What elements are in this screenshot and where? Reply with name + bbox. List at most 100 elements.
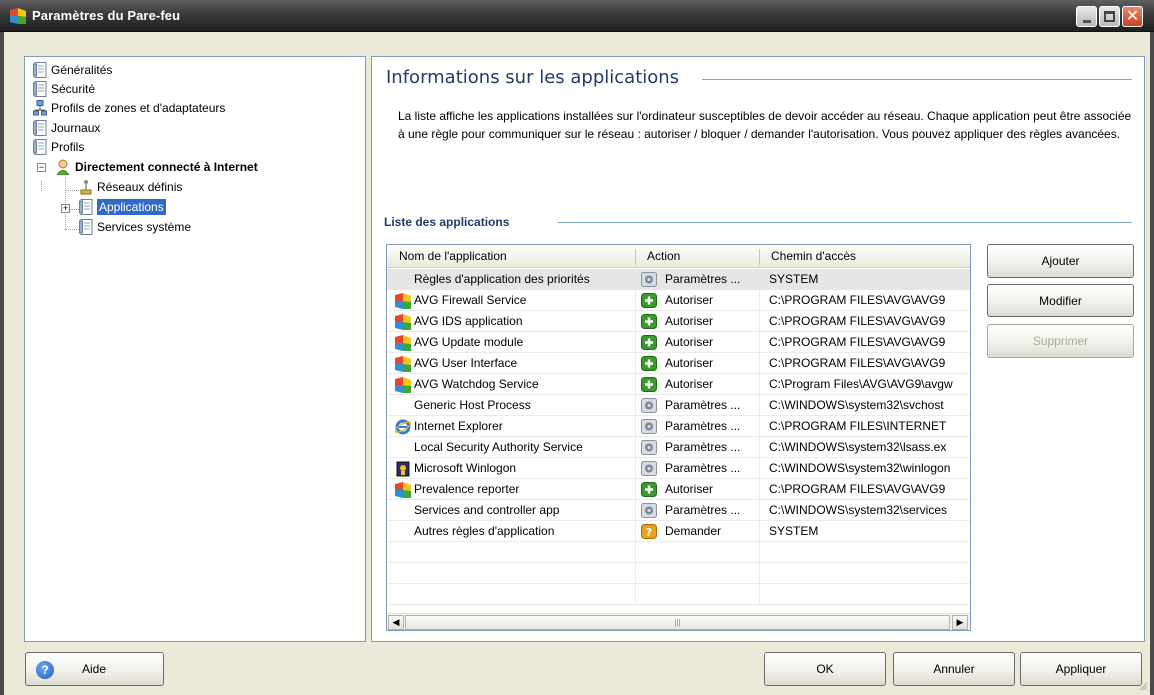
gear-icon bbox=[641, 461, 657, 476]
cell-path: C:\PROGRAM FILES\AVG\AVG9 bbox=[769, 482, 946, 496]
tree-item-label: Profils bbox=[51, 140, 85, 154]
tree-expander-directement[interactable]: − bbox=[37, 163, 46, 172]
minimize-button[interactable] bbox=[1076, 6, 1097, 27]
tree-item-reseaux-definis[interactable]: Réseaux définis bbox=[79, 178, 182, 196]
table-row[interactable]: Internet Explorer Paramètres ... C:\PROGRA… bbox=[387, 416, 970, 437]
row-gridline bbox=[387, 562, 970, 563]
table-row[interactable]: AVG Watchdog Service Autoriser C:\Program … bbox=[387, 374, 970, 395]
cell-action[interactable]: Autoriser bbox=[665, 311, 757, 332]
user-icon bbox=[56, 159, 70, 175]
allow-icon bbox=[641, 335, 657, 350]
delete-button[interactable]: Supprimer bbox=[987, 324, 1134, 358]
cell-app-name: AVG IDS application bbox=[414, 314, 523, 328]
scroll-thumb[interactable]: ||| bbox=[405, 615, 950, 630]
cell-action[interactable]: Autoriser bbox=[665, 332, 757, 353]
cell-action[interactable]: Paramètres ... bbox=[665, 500, 757, 521]
cell-action[interactable]: Paramètres ... bbox=[665, 269, 757, 290]
cell-action[interactable]: Autoriser bbox=[665, 374, 757, 395]
table-row[interactable]: Règles d'application des priorités Paramè… bbox=[387, 269, 970, 290]
gear-icon bbox=[641, 272, 657, 287]
cell-path: C:\PROGRAM FILES\AVG\AVG9 bbox=[769, 293, 946, 307]
avg-logo-icon bbox=[395, 314, 411, 330]
table-row[interactable]: AVG Update module Autoriser C:\PROGRAM FIL… bbox=[387, 332, 970, 353]
column-header-action[interactable]: Action bbox=[635, 245, 759, 268]
allow-icon bbox=[641, 293, 657, 308]
scroll-right-button[interactable]: ▶ bbox=[952, 615, 968, 630]
cell-action[interactable]: Demander bbox=[665, 521, 757, 542]
edit-button[interactable]: Modifier bbox=[987, 284, 1134, 317]
network-icon bbox=[33, 100, 47, 116]
applications-list[interactable]: Nom de l'application Action Chemin d'acc… bbox=[386, 244, 971, 631]
window-frame-left bbox=[0, 32, 4, 695]
column-header-path[interactable]: Chemin d'accès bbox=[759, 245, 970, 268]
page-title: Informations sur les applications bbox=[386, 67, 680, 88]
table-row[interactable]: Services and controller app Paramètres ..… bbox=[387, 500, 970, 521]
tree-item-journaux[interactable]: Journaux bbox=[33, 119, 100, 137]
cell-path: C:\PROGRAM FILES\AVG\AVG9 bbox=[769, 335, 946, 349]
cell-app-name: Autres règles d'application bbox=[414, 524, 555, 538]
document-icon bbox=[33, 139, 47, 155]
cell-app-name: Prevalence reporter bbox=[414, 482, 520, 496]
table-row[interactable]: AVG User Interface Autoriser C:\PROGRAM FI… bbox=[387, 353, 970, 374]
avg-logo-icon bbox=[395, 293, 411, 309]
table-row[interactable]: Generic Host Process Paramètres ... C:\WIN… bbox=[387, 395, 970, 416]
cell-action[interactable]: Paramètres ... bbox=[665, 437, 757, 458]
tree-item-securite[interactable]: Sécurité bbox=[33, 80, 95, 98]
scroll-left-button[interactable]: ◀ bbox=[388, 615, 404, 630]
tree-expander-applications[interactable]: + bbox=[61, 204, 70, 213]
cell-action[interactable]: Paramètres ... bbox=[665, 416, 757, 437]
document-icon bbox=[33, 120, 47, 136]
table-row[interactable]: Local Security Authority Service Paramètr… bbox=[387, 437, 970, 458]
cell-path: C:\PROGRAM FILES\INTERNET bbox=[769, 419, 947, 433]
document-icon bbox=[79, 199, 93, 215]
content-panel: Informations sur les applications La lis… bbox=[371, 56, 1145, 642]
cell-action[interactable]: Autoriser bbox=[665, 290, 757, 311]
apply-button[interactable]: Appliquer bbox=[1020, 652, 1142, 686]
tree-item-directement-connecte[interactable]: Directement connecté à Internet bbox=[55, 158, 258, 176]
list-heading: Liste des applications bbox=[384, 215, 510, 229]
tree-item-profils[interactable]: Profils bbox=[33, 138, 84, 156]
tree-item-profils-zones[interactable]: Profils de zones et d'adaptateurs bbox=[33, 99, 225, 117]
document-icon bbox=[33, 62, 47, 78]
help-button[interactable]: ? Aide bbox=[25, 652, 164, 686]
cell-app-name: Règles d'application des priorités bbox=[414, 272, 590, 286]
cell-app-name: AVG Firewall Service bbox=[414, 293, 527, 307]
resize-grip-icon[interactable] bbox=[1138, 681, 1148, 691]
avg-logo-icon bbox=[395, 377, 411, 393]
cell-action[interactable]: Paramètres ... bbox=[665, 395, 757, 416]
tree-item-label: Réseaux définis bbox=[97, 180, 183, 194]
cell-path: C:\WINDOWS\system32\services bbox=[769, 503, 948, 517]
ok-button[interactable]: OK bbox=[764, 652, 886, 686]
title-bar[interactable]: Paramètres du Pare-feu ✕ bbox=[0, 0, 1154, 32]
tree-item-services-systeme[interactable]: Services système bbox=[79, 218, 191, 236]
document-icon bbox=[79, 219, 93, 235]
cell-path: C:\PROGRAM FILES\AVG\AVG9 bbox=[769, 314, 946, 328]
allow-icon bbox=[641, 482, 657, 497]
cell-action[interactable]: Autoriser bbox=[665, 353, 757, 374]
settings-tree[interactable]: Généralités Sécurité Profils de zones et… bbox=[24, 56, 366, 642]
tree-item-applications[interactable]: Applications bbox=[79, 198, 166, 216]
tree-item-generalites[interactable]: Généralités bbox=[33, 61, 112, 79]
table-row[interactable]: Microsoft Winlogon Paramètres ... C:\WINDO… bbox=[387, 458, 970, 479]
tree-connector bbox=[65, 190, 79, 191]
cell-app-name: Internet Explorer bbox=[414, 419, 503, 433]
close-button[interactable]: ✕ bbox=[1122, 6, 1143, 27]
cell-action[interactable]: Paramètres ... bbox=[665, 458, 757, 479]
cell-app-name: AVG User Interface bbox=[414, 356, 518, 370]
horizontal-scrollbar[interactable]: ◀ ||| ▶ bbox=[387, 613, 970, 630]
maximize-button[interactable] bbox=[1099, 6, 1120, 27]
cell-path: C:\Program Files\AVG\AVG9\avgw bbox=[769, 377, 953, 391]
cancel-button[interactable]: Annuler bbox=[893, 652, 1015, 686]
table-row[interactable]: Prevalence reporter Autoriser C:\PROGRAM F… bbox=[387, 479, 970, 500]
cell-action[interactable]: Autoriser bbox=[665, 479, 757, 500]
tree-item-label: Profils de zones et d'adaptateurs bbox=[51, 101, 226, 115]
table-row[interactable]: AVG Firewall Service Autoriser C:\PROGRAM … bbox=[387, 290, 970, 311]
column-header-name[interactable]: Nom de l'application bbox=[387, 245, 635, 268]
list-heading-divider bbox=[558, 222, 1132, 223]
add-button[interactable]: Ajouter bbox=[987, 244, 1134, 278]
table-row[interactable]: AVG IDS application Autoriser C:\PROGRAM F… bbox=[387, 311, 970, 332]
heading-divider bbox=[702, 79, 1132, 80]
tree-item-label: Généralités bbox=[51, 63, 113, 77]
page-description: La liste affiche les applications instal… bbox=[398, 109, 1132, 141]
table-row[interactable]: Autres règles d'application? Demander SYST… bbox=[387, 521, 970, 542]
